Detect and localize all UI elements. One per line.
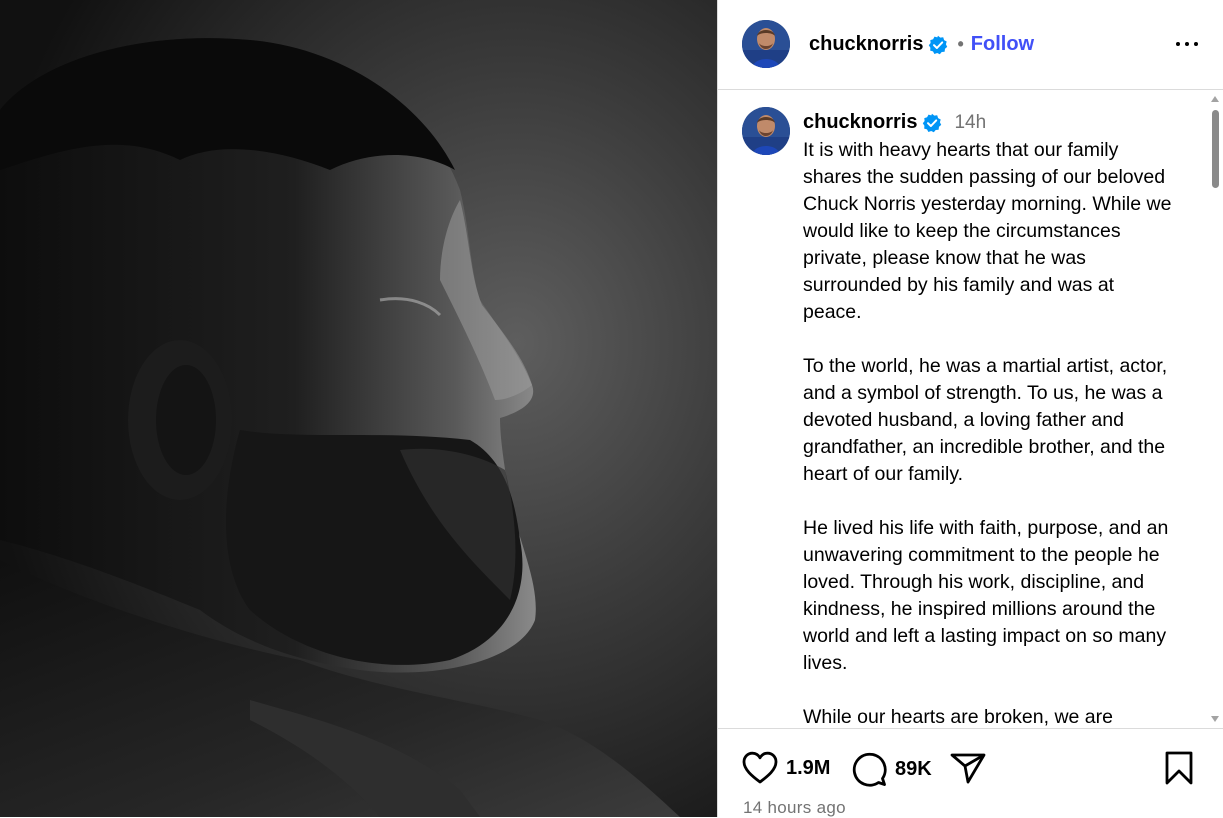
caption-area[interactable]: chucknorris 14h It is with heavy hearts … [718,90,1223,728]
share-icon [950,753,986,784]
caption-username[interactable]: chucknorris [803,111,917,134]
avatar[interactable] [742,20,790,68]
caption-username-row: chucknorris 14h [803,111,986,134]
post-photo[interactable] [0,0,717,817]
comment-icon [852,752,887,787]
scroll-down-arrow-icon[interactable] [1211,716,1219,722]
action-bar: 1.9M 89K 14 hours ago [718,728,1223,817]
caption-avatar[interactable] [742,107,790,155]
post-timestamp[interactable]: 14 hours ago [743,798,846,818]
scroll-up-arrow-icon[interactable] [1211,96,1219,102]
post-side-panel: chucknorris • Follow chucknorris 14h It … [717,0,1223,817]
save-button[interactable] [1164,751,1194,785]
share-button[interactable] [950,751,986,785]
verified-badge-icon [928,35,948,55]
header-username[interactable]: chucknorris [809,33,923,56]
caption-time[interactable]: 14h [954,112,986,134]
header-username-row: chucknorris • Follow [809,33,1034,56]
follow-button[interactable]: Follow [971,33,1034,56]
caption-text: It is with heavy hearts that our family … [803,139,1172,728]
scroll-thumb[interactable] [1212,110,1219,188]
caption-scrollbar[interactable] [1207,92,1223,728]
post-header: chucknorris • Follow [718,0,1223,90]
bookmark-icon [1165,751,1193,785]
like-button[interactable]: 1.9M [742,751,830,785]
verified-badge-icon [922,113,942,133]
more-options-icon[interactable] [1171,30,1203,58]
comment-button[interactable]: 89K [851,751,932,787]
comment-count[interactable]: 89K [895,758,932,781]
separator-dot: • [957,34,964,54]
heart-icon [742,751,778,784]
like-count[interactable]: 1.9M [786,757,830,780]
